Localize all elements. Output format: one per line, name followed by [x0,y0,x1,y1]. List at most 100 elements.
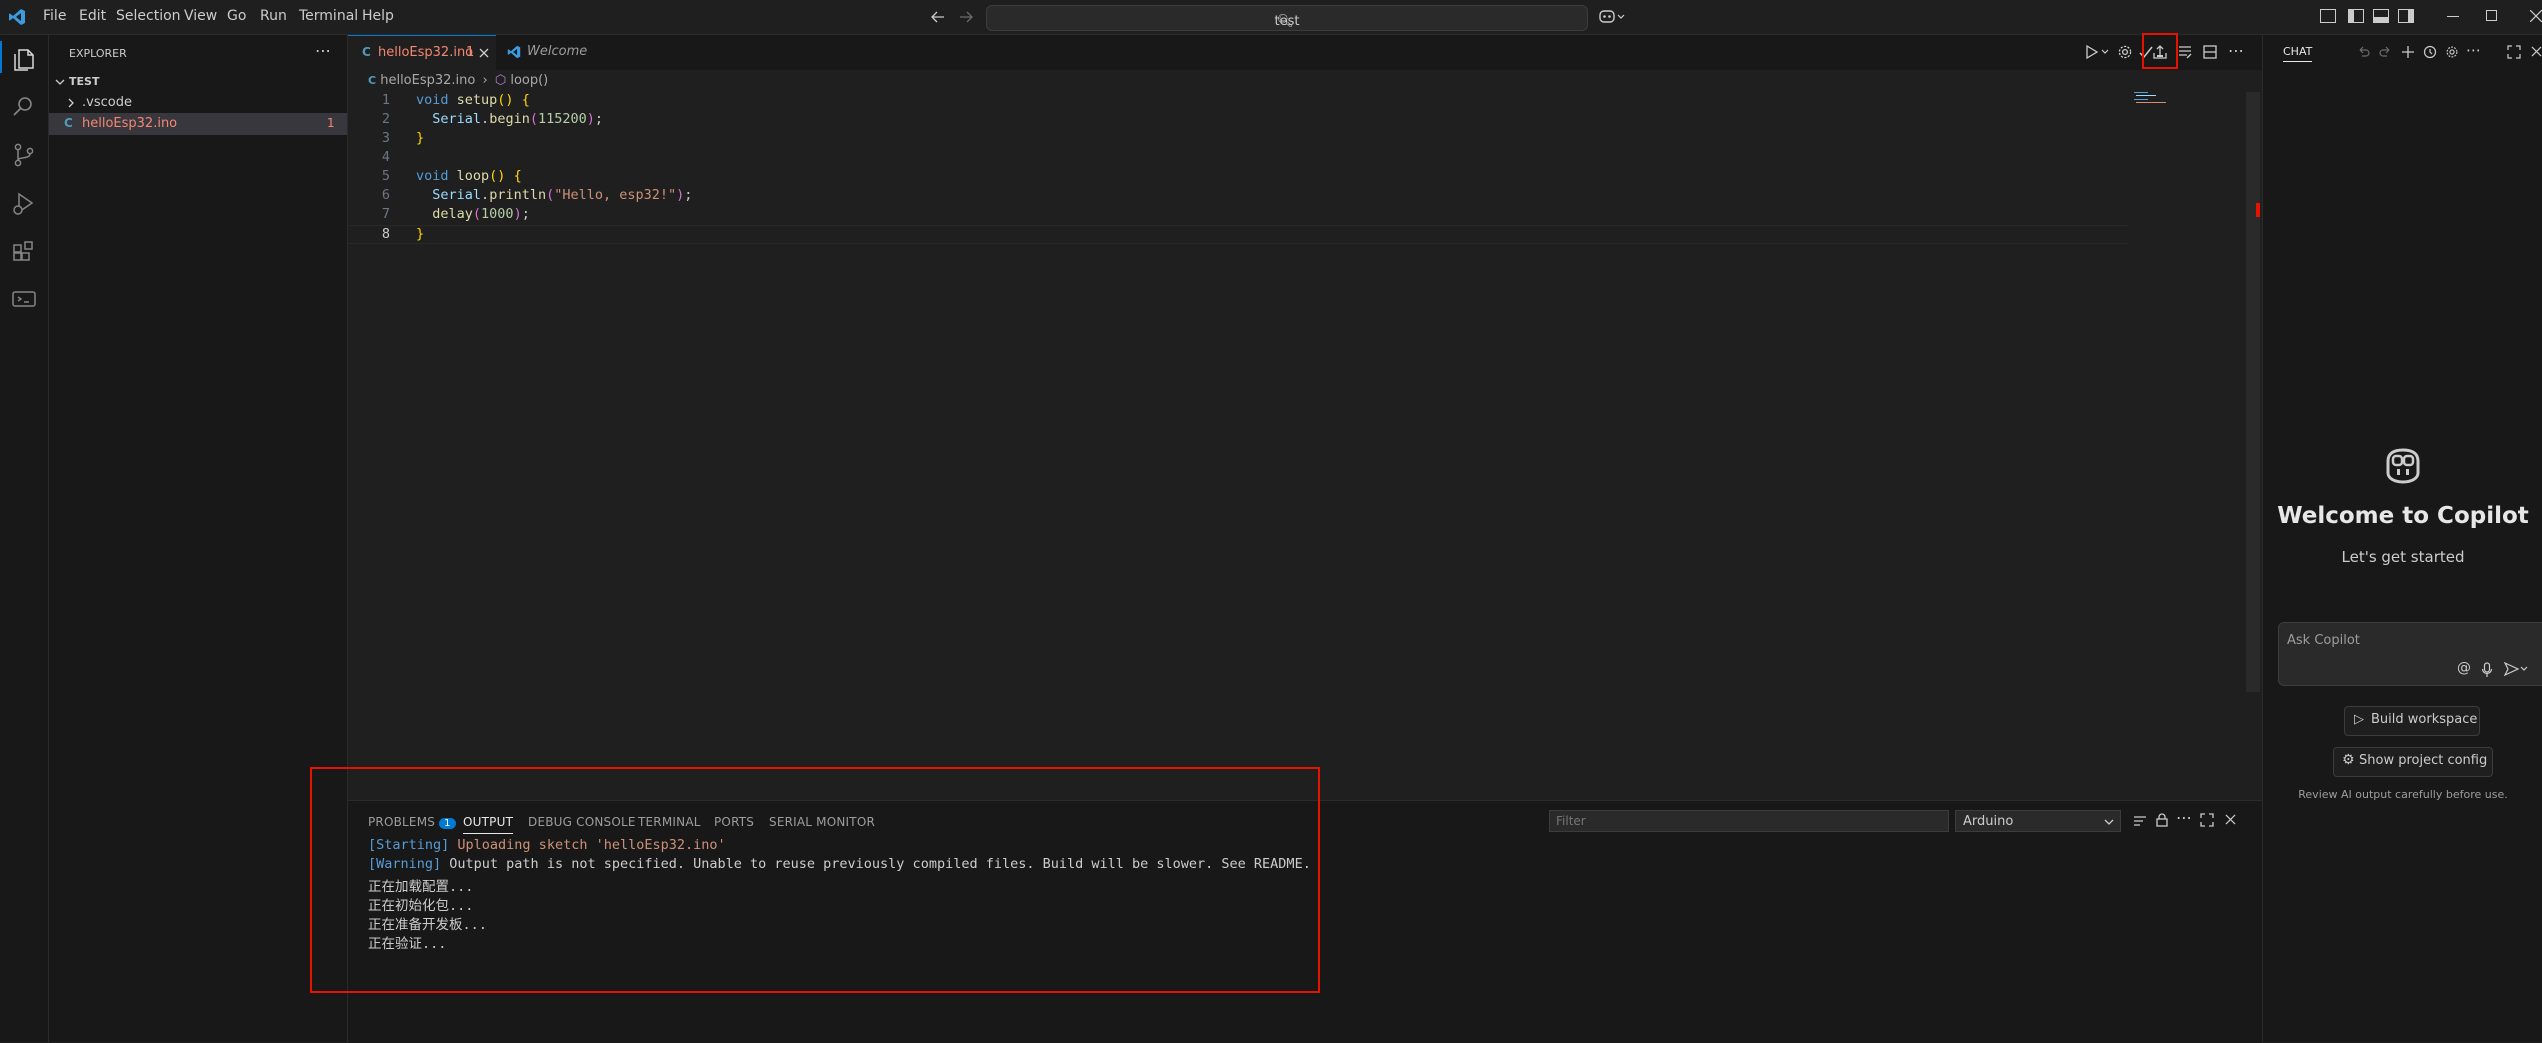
lock-icon[interactable] [2154,812,2170,828]
activity-bar [0,35,49,1042]
restore-icon[interactable] [2486,10,2497,21]
more-actions-icon[interactable]: ⋯ [2176,808,2192,827]
back-arrow-icon[interactable] [930,9,946,25]
show-config-label: Show project config [2359,753,2488,768]
menu-edit[interactable]: Edit [79,8,106,24]
symbol-method-icon: ⬡ [494,73,507,88]
gear-icon[interactable] [2445,45,2459,59]
show-project-config-button[interactable]: ⚙ Show project config [2333,747,2493,777]
menu-help[interactable]: Help [362,8,394,24]
chat-title[interactable]: CHAT [2283,45,2313,62]
customize-layout-icon[interactable] [2320,9,2336,23]
close-window-icon[interactable] [2530,10,2542,22]
breadcrumb-symbol[interactable]: loop() [510,73,548,88]
search-text: test [1274,14,1300,29]
output-channel-select[interactable]: Arduino [1955,810,2121,832]
maximize-panel-icon[interactable] [2200,813,2214,827]
microphone-icon[interactable] [2481,662,2493,678]
undo-icon[interactable] [2356,45,2370,59]
code-editor[interactable]: C helloEsp32.ino › ⬡ loop() 1 void setup(… [348,70,2262,800]
more-actions-icon[interactable]: ⋯ [2228,41,2244,60]
vscode-logo-icon [507,45,521,59]
folder-name: TEST [69,75,100,88]
send-icon[interactable] [2504,662,2528,676]
tree-item-helloesp32[interactable]: C helloEsp32.ino 1 [49,113,347,135]
line-number: 1 [381,92,390,108]
menu-file[interactable]: File [43,8,66,24]
toggle-secondary-sidebar-icon[interactable] [2398,9,2414,23]
chat-disclaimer: Review AI output carefully before use. [2298,788,2508,801]
menu-terminal[interactable]: Terminal [299,8,358,24]
minimize-icon[interactable] [2447,16,2459,17]
highlight-box-output [310,767,1320,993]
output-filter-input[interactable] [1549,810,1949,832]
scrollbar-error-marker [2256,203,2260,217]
mention-icon[interactable]: @ [2457,660,2471,676]
toggle-panel-icon[interactable] [2373,9,2389,23]
breadcrumb-file[interactable]: helloEsp32.ino [380,73,475,88]
forward-arrow-icon[interactable] [958,9,974,25]
menu-run[interactable]: Run [260,8,287,24]
minimap[interactable] [2134,90,2174,104]
chevron-right-icon [68,98,74,108]
history-icon[interactable] [2423,45,2437,59]
gear-icon: ⚙ [2342,752,2355,768]
editor-tabs: C helloEsp32.ino 1 Welcome ⋯ [348,33,2262,71]
redo-icon[interactable] [2379,45,2393,59]
tab-label: Welcome [527,44,588,59]
gear-icon[interactable] [2117,44,2133,60]
code-area[interactable]: 1 void setup() { 2 Serial.begin(115200); … [348,90,2138,320]
tab-label: helloEsp32.ino [378,45,474,60]
editor-scrollbar[interactable] [2246,92,2260,692]
chat-input-placeholder: Ask Copilot [2287,633,2360,648]
command-center-search[interactable]: 🔍︎ test [986,5,1588,31]
build-workspace-button[interactable]: ▷ Build workspace [2344,706,2480,736]
line-number: 3 [381,130,390,146]
folder-header[interactable]: TEST [49,71,347,93]
menu-go[interactable]: Go [227,8,246,24]
close-tab-icon[interactable] [479,48,489,58]
copilot-icon [2386,448,2420,484]
tree-item-label: .vscode [82,95,132,110]
chat-panel: CHAT ⋯ Welcome to Copilot Let's get star… [2262,35,2542,1042]
run-icon: ▷ [2354,712,2364,727]
split-editor-icon[interactable] [2202,44,2218,60]
copilot-menu-icon[interactable] [1598,8,1626,26]
c-file-icon: C [362,45,371,59]
toggle-primary-sidebar-icon[interactable] [2348,9,2364,23]
line-number: 7 [381,206,390,222]
close-chat-icon[interactable] [2531,46,2542,57]
run-debug-dropdown-icon[interactable] [2084,44,2110,60]
more-actions-icon[interactable]: ⋯ [315,41,331,60]
search-icon[interactable] [10,92,38,120]
source-control-icon[interactable] [10,141,38,169]
tree-item-label: helloEsp32.ino [82,116,178,131]
menu-view[interactable]: View [184,8,217,24]
extensions-icon[interactable] [10,237,38,265]
build-workspace-label: Build workspace [2371,712,2478,727]
title-bar: File Edit Selection View Go Run Terminal… [0,0,2542,35]
remote-explorer-icon[interactable] [10,285,38,313]
line-number: 2 [381,111,390,127]
menu-selection[interactable]: Selection [116,8,181,24]
word-wrap-icon[interactable] [2132,813,2148,829]
tree-item-vscode[interactable]: .vscode [49,92,347,114]
maximize-icon[interactable] [2507,45,2521,59]
chevron-right-icon: › [482,73,488,88]
explorer-icon[interactable] [10,44,38,72]
new-chat-icon[interactable] [2401,45,2415,59]
tab-welcome[interactable]: Welcome [497,35,605,70]
line-number: 8 [381,226,390,242]
close-panel-icon[interactable] [2225,814,2236,825]
vscode-logo-icon [9,9,25,25]
explorer-title: EXPLORER [69,47,127,60]
tab-badge: 1 [466,45,475,60]
channel-value: Arduino [1963,814,2014,829]
serial-plotter-icon[interactable] [2177,44,2193,60]
active-indicator [0,41,2,73]
tab-helloesp32[interactable]: C helloEsp32.ino 1 [348,35,496,70]
upload-icon[interactable] [2152,44,2168,60]
more-actions-icon[interactable]: ⋯ [2466,41,2481,59]
run-debug-icon[interactable] [10,189,38,217]
chat-input-box[interactable]: Ask Copilot @ [2278,622,2542,686]
